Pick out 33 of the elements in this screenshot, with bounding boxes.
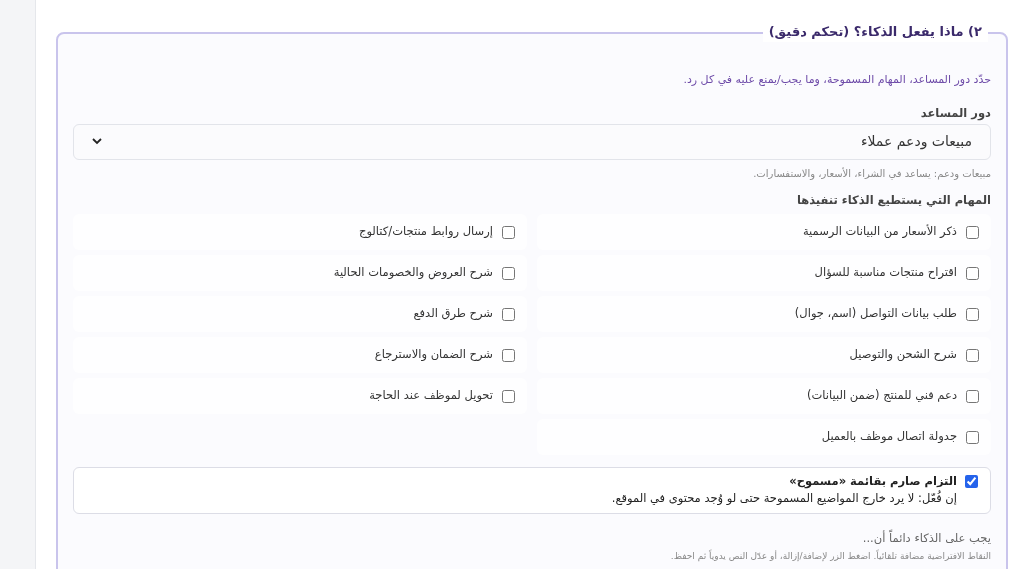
task-label: شرح الشحن والتوصيل: [849, 346, 957, 364]
task-checkbox[interactable]: [966, 348, 979, 362]
task-label: دعم فني للمنتج (ضمن البيانات): [807, 387, 957, 405]
task-checkbox[interactable]: [966, 307, 979, 321]
task-checkbox[interactable]: [502, 266, 515, 280]
task-label: جدولة اتصال موظف بالعميل: [821, 428, 957, 446]
task-checkbox[interactable]: [502, 389, 515, 403]
strict-checkbox[interactable]: [965, 475, 978, 488]
task-checkbox[interactable]: [966, 430, 979, 444]
task-label: شرح طرق الدفع: [413, 305, 493, 323]
strict-description: إن فُعّل: لا يرد خارج المواضيع المسموحة حتى لو وُجد محتوى في الموقع.: [611, 490, 957, 508]
field-label: المهام التي يستطيع الذكاء تنفيذها: [795, 191, 991, 209]
task-label: طلب بيانات التواصل (اسم، جوال): [794, 305, 957, 323]
task-label: اقتراح منتجات مناسبة للسؤال: [814, 264, 957, 282]
task-checkbox[interactable]: [502, 225, 515, 239]
field-hint: النقاط الافتراضية مضافة تلقائياً. اضغط الزر لإضافة/إزالة، أو عدّل النص يدوياً ثم احفظ.: [669, 549, 991, 564]
task-label: إرسال روابط منتجات/كتالوج: [358, 223, 493, 241]
section-description: حدّد دور المساعد، المهام المسموحة، وما يجب/يمنع عليه في كل رد.: [682, 72, 991, 88]
task-label: ذكر الأسعار من البيانات الرسمية: [802, 223, 957, 241]
task-label: تحويل لموظف عند الحاجة: [369, 387, 493, 405]
task-label: شرح الضمان والاسترجاع: [374, 346, 493, 364]
field-hint: مبيعات ودعم: يساعد في الشراء، الأسعار، والاستفسارات.: [752, 166, 991, 181]
task-checkbox[interactable]: [502, 348, 515, 362]
field-label: يجب على الذكاء دائماً أن...: [861, 529, 991, 547]
task-label: شرح العروض والخصومات الحالية: [333, 264, 493, 282]
task-checkbox[interactable]: [966, 266, 979, 280]
strict-title: التزام صارم بقائمة «مسموح»: [788, 473, 957, 490]
field-label: دور المساعد: [919, 104, 991, 122]
chevron-down-icon: [92, 138, 102, 146]
task-checkbox[interactable]: [502, 307, 515, 321]
task-checkbox[interactable]: [966, 225, 979, 239]
role-select[interactable]: مبيعات ودعم عملاء: [73, 123, 991, 160]
task-checkbox[interactable]: [966, 389, 979, 403]
